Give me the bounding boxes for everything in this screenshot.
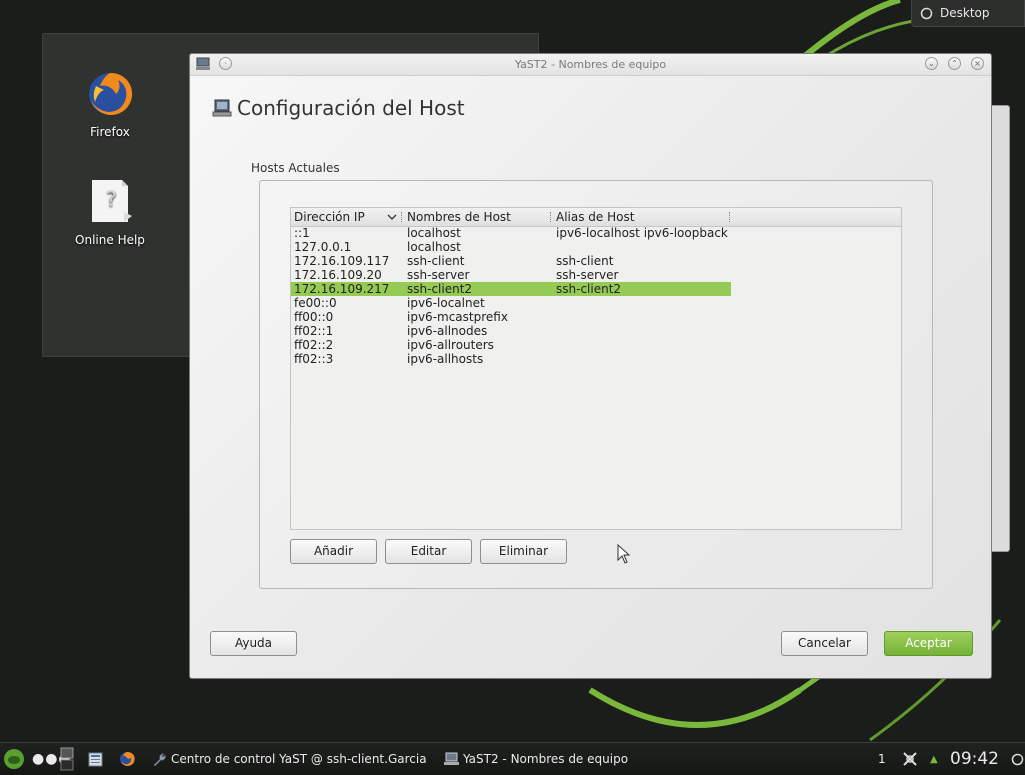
cell-ip: 172.16.109.20 [294,268,382,282]
column-header-alias[interactable]: Alias de Host [556,210,634,224]
pager-number[interactable]: 1 [878,743,886,775]
column-header-hostname[interactable]: Nombres de Host [407,210,511,224]
window-minimize-button[interactable]: ⌄ [925,57,938,70]
column-header-ip[interactable]: Dirección IP [294,210,365,224]
hosts-group-label: Hosts Actuales [251,161,340,175]
delete-button[interactable]: Eliminar [480,539,567,564]
cell-hostname: ssh-client [407,254,465,268]
page-title: Configuración del Host [237,96,465,120]
edit-button[interactable]: Editar [385,539,472,564]
table-row[interactable]: ff02::3 ipv6-allhosts [291,352,731,366]
file-manager-launcher[interactable] [88,743,103,775]
cell-hostname: localhost [407,240,461,254]
window-close-button[interactable]: × [971,57,984,70]
table-row[interactable]: ff02::2 ipv6-allrouters [291,338,731,352]
activity-switcher[interactable] [1011,743,1024,775]
pager-icon [60,747,74,771]
clock[interactable]: 09:42 [950,743,999,775]
computer-icon [444,752,459,765]
cell-alias: ssh-server [556,268,619,282]
cell-ip: ff02::2 [294,338,334,352]
cell-ip: ff02::3 [294,352,334,366]
column-separator[interactable] [729,212,731,222]
cell-alias: ssh-client [556,254,614,268]
chevron-down-icon[interactable] [387,214,397,221]
table-row[interactable]: fe00::0 ipv6-localnet [291,296,731,310]
table-row[interactable]: ff00::0 ipv6-mcastprefix [291,310,731,324]
computer-icon [212,99,232,117]
window-title: YaST2 - Nombres de equipo [514,58,667,71]
wrench-icon [153,753,166,766]
yast-hostnames-window: · YaST2 - Nombres de equipo ⌄ ⌃ × Config… [189,53,992,679]
cell-ip: 172.16.109.217 [294,282,390,296]
page-heading: Configuración del Host [212,96,465,120]
firefox-launcher[interactable] [119,743,135,775]
desktop-icon-label: Firefox [90,125,130,139]
accept-button[interactable]: Aceptar [884,631,973,656]
window-titlebar[interactable]: · YaST2 - Nombres de equipo ⌄ ⌃ × [190,54,991,76]
cell-hostname: localhost [407,226,461,240]
firefox-icon [120,751,135,766]
network-icon [903,752,917,766]
hosts-group-box: Dirección IP Nombres de Host Alias de Ho… [259,180,933,589]
tray-expand-icon[interactable]: ▲ [930,743,938,775]
table-row[interactable]: ff02::1 ipv6-allnodes [291,324,731,338]
cell-hostname: ipv6-allrouters [407,338,494,352]
opensuse-logo-icon [4,749,24,769]
table-header: Dirección IP Nombres de Host Alias de Ho… [291,208,901,227]
table-row[interactable]: 172.16.109.117 ssh-client ssh-client [291,254,731,268]
task-yast-hostnames[interactable]: YaST2 - Nombres de equipo [444,743,628,775]
window-maximize-button[interactable]: ⌃ [948,57,961,70]
cell-alias: ipv6-localhost ipv6-loopback [556,226,728,240]
column-separator[interactable] [401,212,403,222]
cell-ip: 172.16.109.117 [294,254,390,268]
mouse-cursor-icon [617,544,631,564]
desktop-activity-button[interactable]: Desktop [911,0,1025,27]
desktop-icon-label: Online Help [75,233,145,247]
table-row[interactable]: 127.0.0.1 localhost [291,240,731,254]
activity-icon [1011,753,1024,765]
cell-ip: fe00::0 [294,296,337,310]
task-yast-control-center[interactable]: Centro de control YaST @ ssh-client.Garc… [152,743,427,775]
pager-widget[interactable] [60,743,74,775]
cell-alias: ssh-client2 [556,282,622,296]
cell-hostname: ipv6-allhosts [407,352,484,366]
table-row[interactable]: ::1 localhost ipv6-localhost ipv6-loopba… [291,226,731,240]
desktop-icon-firefox[interactable]: Firefox [60,70,160,139]
cell-ip: ff02::1 [294,324,334,338]
cell-hostname: ipv6-allnodes [407,324,488,338]
table-row[interactable]: 172.16.109.20 ssh-server ssh-server [291,268,731,282]
desktop-widget-label: Desktop [940,6,990,20]
task-label: YaST2 - Nombres de equipo [463,752,629,766]
cell-hostname: ssh-client2 [407,282,473,296]
taskbar: ●●● Centro de control YaST @ ssh-client.… [0,742,1025,775]
column-separator[interactable] [550,212,552,222]
hosts-table[interactable]: Dirección IP Nombres de Host Alias de Ho… [290,207,902,530]
cell-hostname: ssh-server [407,268,470,282]
cell-hostname: ipv6-localnet [407,296,485,310]
help-button[interactable]: Ayuda [210,631,297,656]
application-menu-button[interactable] [3,743,25,775]
cell-hostname: ipv6-mcastprefix [407,310,508,324]
add-button[interactable]: Añadir [290,539,377,564]
cell-ip: 127.0.0.1 [294,240,352,254]
cancel-button[interactable]: Cancelar [781,631,868,656]
task-label: Centro de control YaST @ ssh-client.Garc… [171,752,427,766]
file-manager-icon [88,752,103,766]
svg-text:?: ? [106,187,117,211]
cell-ip: ::1 [294,226,310,240]
system-tray-network[interactable] [901,743,919,775]
help-document-icon: ? [92,180,132,222]
firefox-icon [89,72,133,115]
cell-ip: ff00::0 [294,310,334,324]
desktop-icon-online-help[interactable]: ? Online Help [60,178,160,247]
table-row-selected[interactable]: 172.16.109.217 ssh-client2 ssh-client2 [291,282,731,296]
activity-icon [920,7,933,19]
